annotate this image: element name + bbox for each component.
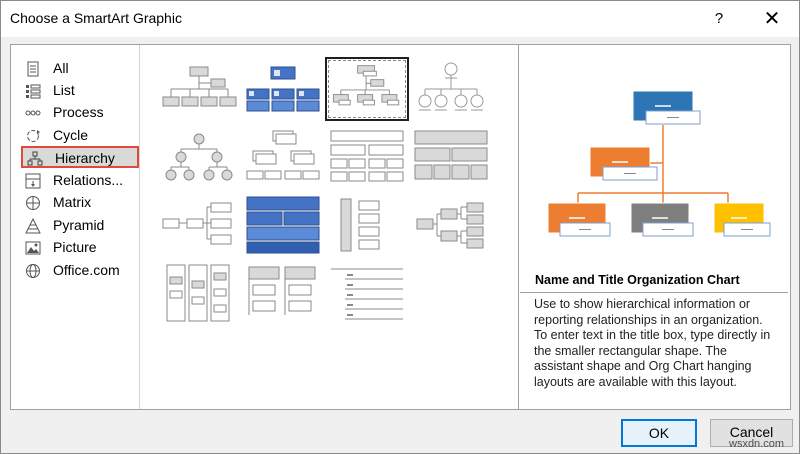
category-label: Pyramid	[53, 217, 105, 233]
layout-thumbnail-selected[interactable]	[325, 57, 409, 121]
preview-image	[547, 90, 771, 237]
layout-thumbnail[interactable]	[157, 193, 241, 257]
layout-thumbnail[interactable]	[157, 125, 241, 189]
preview-pane: Name and Title Organization Chart Use to…	[520, 45, 790, 409]
globe-icon	[26, 264, 40, 278]
preview-description: Use to show hierarchical information or …	[520, 292, 788, 410]
picture-icon	[25, 241, 41, 255]
category-matrix[interactable]: Matrix	[21, 192, 139, 214]
layout-thumbnail[interactable]	[409, 193, 493, 257]
layout-thumbnail[interactable]	[325, 125, 409, 189]
category-list-item[interactable]: List	[21, 80, 139, 102]
category-all[interactable]: All	[21, 58, 139, 80]
category-office-com[interactable]: Office.com	[21, 260, 139, 282]
category-hierarchy[interactable]: Hierarchy	[21, 146, 139, 168]
layout-thumbnail[interactable]	[409, 57, 493, 121]
layout-thumbnail[interactable]	[241, 193, 325, 257]
category-pyramid[interactable]: Pyramid	[21, 215, 139, 237]
category-process[interactable]: Process	[21, 102, 139, 124]
layout-thumbnail[interactable]	[241, 57, 325, 121]
category-cycle[interactable]: Cycle	[21, 125, 139, 147]
category-label: List	[53, 82, 75, 98]
all-icon	[27, 61, 39, 77]
category-relationship[interactable]: Relations...	[21, 170, 139, 192]
category-list: All List Process Cycle Hierarchy Relatio…	[11, 45, 140, 409]
layout-thumbnail[interactable]	[325, 261, 409, 325]
category-label: Cycle	[53, 127, 89, 143]
smartart-dialog: Choose a SmartArt Graphic ? ✕ All List P…	[0, 0, 800, 454]
layout-gallery	[141, 45, 519, 409]
category-label: Relations...	[53, 172, 124, 188]
category-label: Hierarchy	[55, 150, 115, 166]
layout-thumbnail[interactable]	[325, 193, 409, 257]
pyramid-icon	[25, 218, 41, 234]
help-button[interactable]: ?	[705, 5, 733, 33]
process-icon	[25, 110, 41, 116]
category-label: Matrix	[53, 194, 92, 210]
category-label: Office.com	[53, 262, 120, 278]
ok-button[interactable]: OK	[621, 419, 697, 447]
list-icon	[26, 84, 41, 99]
dialog-title: Choose a SmartArt Graphic	[10, 10, 182, 26]
layout-thumbnail[interactable]	[409, 125, 493, 189]
matrix-icon	[26, 196, 40, 210]
watermark: wsxdn.com	[729, 438, 785, 450]
dialog-content: All List Process Cycle Hierarchy Relatio…	[10, 44, 791, 410]
preview-title: Name and Title Organization Chart	[535, 273, 740, 287]
category-label: Process	[53, 104, 104, 120]
category-label: All	[53, 60, 69, 76]
category-picture[interactable]: Picture	[21, 237, 139, 259]
relationship-icon	[25, 173, 41, 189]
layout-thumbnail[interactable]	[157, 57, 241, 121]
layout-thumbnail[interactable]	[157, 261, 241, 325]
layout-thumbnail[interactable]	[241, 261, 325, 325]
layout-thumbnail[interactable]	[241, 125, 325, 189]
cycle-icon	[27, 130, 40, 142]
category-label: Picture	[53, 239, 97, 255]
hierarchy-icon	[27, 151, 43, 166]
title-bar: Choose a SmartArt Graphic ? ✕	[1, 1, 799, 37]
close-button[interactable]: ✕	[757, 5, 787, 33]
